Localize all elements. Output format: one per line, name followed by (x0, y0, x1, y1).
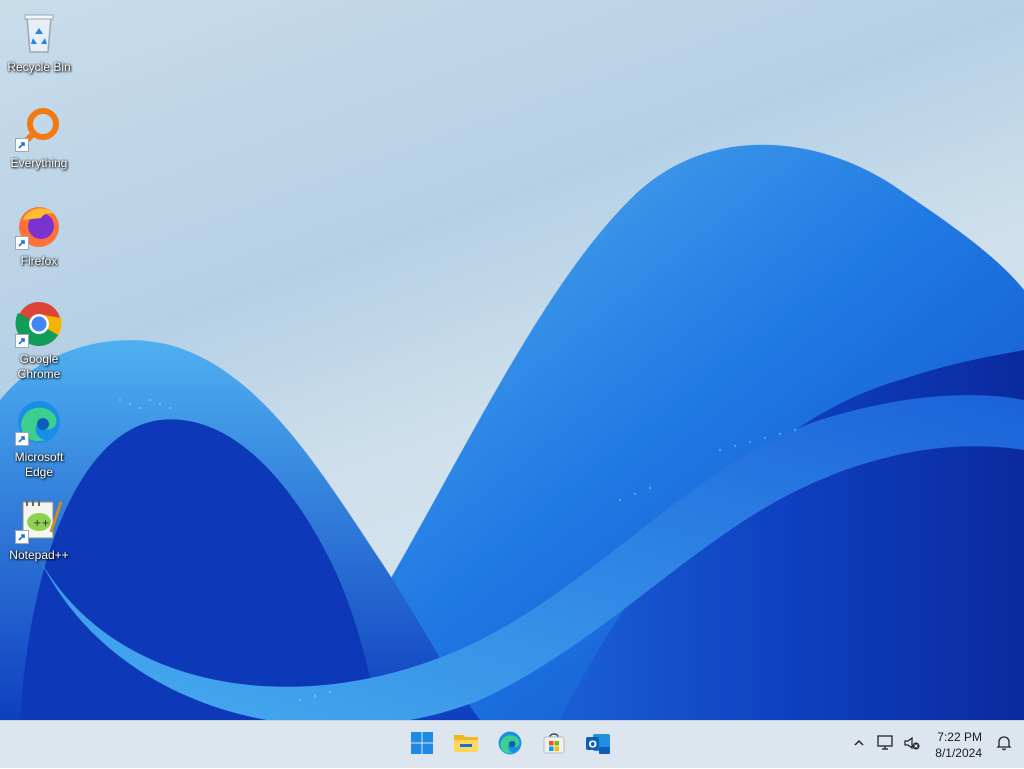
desktop-icon-recycle-bin[interactable]: Recycle Bin (0, 8, 78, 75)
network-icon (877, 734, 895, 756)
desktop-icon-label: Microsoft Edge (14, 450, 64, 479)
shortcut-arrow-icon (15, 432, 29, 446)
taskbar-outlook-button[interactable]: O (578, 725, 618, 765)
desktop-wallpaper (0, 0, 1024, 720)
shortcut-arrow-icon (15, 236, 29, 250)
store-icon (542, 731, 566, 760)
firefox-icon (15, 202, 63, 250)
chevron-up-icon (853, 736, 865, 754)
shortcut-arrow-icon (15, 138, 29, 152)
desktop-icon-notepadpp[interactable]: ++ Notepad++ (0, 496, 78, 563)
bell-icon (996, 735, 1012, 756)
everything-search-icon (15, 104, 63, 152)
show-hidden-icons-button[interactable] (847, 725, 871, 765)
svg-text:++: ++ (33, 518, 50, 529)
outlook-icon: O (585, 731, 611, 760)
folder-icon (453, 731, 479, 760)
taskbar-file-explorer-button[interactable] (446, 725, 486, 765)
desktop-icon-firefox[interactable]: Firefox (0, 202, 78, 269)
system-tray: 7:22 PM 8/1/2024 (847, 721, 1024, 769)
taskbar-clock[interactable]: 7:22 PM 8/1/2024 (927, 729, 990, 761)
edge-icon (15, 398, 63, 446)
taskbar-edge-button[interactable] (490, 725, 530, 765)
recycle-bin-icon (15, 8, 63, 56)
chrome-icon (15, 300, 63, 348)
clock-date: 8/1/2024 (935, 746, 982, 760)
svg-text:O: O (589, 739, 598, 750)
notifications-button[interactable] (990, 725, 1024, 765)
desktop-icon-label: Google Chrome (17, 352, 61, 381)
desktop-icon-label: Notepad++ (9, 548, 69, 562)
network-volume-button[interactable] (871, 725, 927, 765)
windows-start-icon (410, 731, 434, 760)
volume-muted-icon (903, 735, 921, 756)
desktop-icon-label: Recycle Bin (7, 60, 71, 74)
desktop-icon-label: Firefox (20, 254, 58, 268)
taskbar: O 7:22 PM 8/1/2024 (0, 720, 1024, 768)
desktop-icon-everything[interactable]: Everything (0, 104, 78, 171)
start-button[interactable] (402, 725, 442, 765)
desktop-icon-microsoft-edge[interactable]: Microsoft Edge (0, 398, 78, 480)
shortcut-arrow-icon (15, 530, 29, 544)
desktop-icon-label: Everything (10, 156, 68, 170)
clock-time: 7:22 PM (937, 730, 982, 744)
taskbar-pinned-apps: O (402, 721, 618, 769)
shortcut-arrow-icon (15, 334, 29, 348)
desktop-icon-google-chrome[interactable]: Google Chrome (0, 300, 78, 382)
taskbar-store-button[interactable] (534, 725, 574, 765)
edge-icon (497, 730, 523, 761)
notepadpp-icon: ++ (15, 496, 63, 544)
